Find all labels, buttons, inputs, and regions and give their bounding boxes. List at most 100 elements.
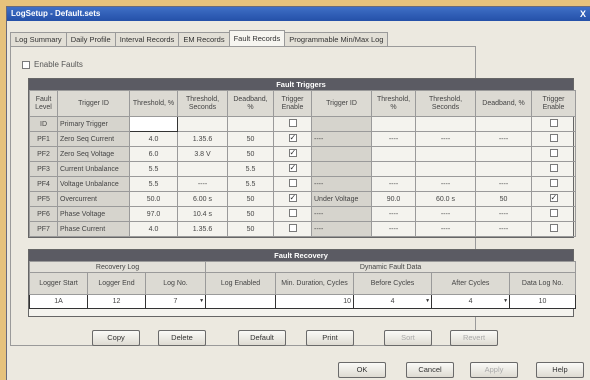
- trigger-enable-cell[interactable]: [273, 191, 312, 207]
- fault-row[interactable]: PF6 Phase Voltage 97.0 10.4 s 50 ---- ---- ----…: [29, 206, 576, 222]
- fault-level-cell[interactable]: PF2: [29, 146, 58, 162]
- threshold-sec-2-cell[interactable]: ----: [415, 131, 476, 147]
- threshold-pct-cell[interactable]: 6.0: [129, 146, 178, 162]
- threshold-pct-2-cell[interactable]: 90.0: [371, 191, 416, 207]
- trigger-enable-checkbox[interactable]: [288, 133, 297, 142]
- threshold-sec-2-cell[interactable]: ----: [415, 176, 476, 192]
- threshold-pct-cell[interactable]: 50.0: [129, 191, 178, 207]
- trigger-enable-2-cell[interactable]: [531, 161, 576, 177]
- deadband-cell[interactable]: [227, 116, 274, 132]
- tab-daily-profile[interactable]: Daily Profile: [65, 32, 116, 46]
- threshold-sec-cell[interactable]: [177, 161, 228, 177]
- tab-interval-records[interactable]: Interval Records: [114, 32, 180, 46]
- trigger-enable-checkbox[interactable]: [288, 179, 297, 187]
- trigger-id-cell[interactable]: Zero Seq Voltage: [57, 146, 130, 162]
- print-button[interactable]: Print: [306, 330, 354, 346]
- ok-button[interactable]: OK: [338, 362, 386, 378]
- threshold-sec-cell[interactable]: 6.00 s: [177, 191, 228, 207]
- threshold-pct-2-cell[interactable]: ----: [371, 131, 416, 147]
- default-button[interactable]: Default: [238, 330, 286, 346]
- trigger-id-cell[interactable]: Phase Voltage: [57, 206, 130, 222]
- close-icon[interactable]: X: [580, 7, 586, 21]
- delete-button[interactable]: Delete: [158, 330, 206, 346]
- trigger-id-2-cell[interactable]: [311, 161, 372, 177]
- threshold-sec-2-cell[interactable]: [415, 146, 476, 162]
- trigger-enable-checkbox[interactable]: [549, 179, 558, 187]
- trigger-enable-2-cell[interactable]: [531, 131, 576, 147]
- fault-level-cell[interactable]: ID: [29, 116, 58, 132]
- trigger-id-cell[interactable]: Voltage Unbalance: [57, 176, 130, 192]
- trigger-enable-checkbox[interactable]: [549, 193, 558, 202]
- trigger-enable-checkbox[interactable]: [549, 149, 558, 157]
- threshold-pct-2-cell[interactable]: [371, 116, 416, 132]
- threshold-sec-2-cell[interactable]: ----: [415, 206, 476, 222]
- trigger-id-2-cell[interactable]: ----: [311, 176, 372, 192]
- fault-level-cell[interactable]: PF3: [29, 161, 58, 177]
- fault-level-cell[interactable]: PF6: [29, 206, 58, 222]
- deadband-cell[interactable]: 50: [227, 221, 274, 237]
- threshold-pct-2-cell[interactable]: ----: [371, 221, 416, 237]
- threshold-sec-cell[interactable]: [177, 116, 228, 132]
- fault-row[interactable]: PF4 Voltage Unbalance 5.5 ---- 5.5 ---- ---- --…: [29, 176, 576, 192]
- tab-em-records[interactable]: EM Records: [178, 32, 230, 46]
- fault-level-cell[interactable]: PF1: [29, 131, 58, 147]
- cancel-button[interactable]: Cancel: [406, 362, 454, 378]
- fault-level-cell[interactable]: PF4: [29, 176, 58, 192]
- fault-row[interactable]: PF2 Zero Seq Voltage 6.0 3.8 V 50: [29, 146, 576, 162]
- after-cycles-select[interactable]: 4: [431, 294, 511, 309]
- before-cycles-select[interactable]: 4: [353, 294, 433, 309]
- threshold-sec-cell[interactable]: 1.35.6: [177, 131, 228, 147]
- trigger-enable-cell[interactable]: [273, 161, 312, 177]
- trigger-enable-2-cell[interactable]: [531, 221, 576, 237]
- trigger-id-2-cell[interactable]: [311, 116, 372, 132]
- tab-log-summary[interactable]: Log Summary: [10, 32, 67, 46]
- deadband-2-cell[interactable]: ----: [475, 176, 532, 192]
- trigger-id-2-cell[interactable]: ----: [311, 221, 372, 237]
- threshold-sec-cell[interactable]: 3.8 V: [177, 146, 228, 162]
- log-no-select[interactable]: 7: [144, 294, 207, 309]
- fault-row[interactable]: ID Primary Trigger: [29, 116, 576, 132]
- threshold-pct-cell[interactable]: [129, 116, 178, 132]
- deadband-cell[interactable]: 50: [227, 146, 274, 162]
- threshold-sec-2-cell[interactable]: ----: [415, 221, 476, 237]
- fault-row[interactable]: PF7 Phase Current 4.0 1.35.6 50 ---- ---- ---- -…: [29, 221, 576, 237]
- trigger-enable-checkbox[interactable]: [288, 163, 297, 172]
- trigger-enable-checkbox[interactable]: [288, 193, 297, 202]
- log-enabled-field[interactable]: [205, 294, 277, 309]
- trigger-id-2-cell[interactable]: [311, 146, 372, 162]
- deadband-cell[interactable]: 5.5: [227, 161, 274, 177]
- fault-level-cell[interactable]: PF7: [29, 221, 58, 237]
- logger-end-field[interactable]: 12: [87, 294, 146, 309]
- trigger-enable-checkbox[interactable]: [288, 119, 297, 127]
- trigger-enable-cell[interactable]: [273, 176, 312, 192]
- threshold-sec-cell[interactable]: 1.35.6: [177, 221, 228, 237]
- fault-level-cell[interactable]: PF5: [29, 191, 58, 207]
- trigger-enable-cell[interactable]: [273, 131, 312, 147]
- trigger-id-2-cell[interactable]: ----: [311, 206, 372, 222]
- deadband-cell[interactable]: 50: [227, 206, 274, 222]
- tab-programmable-log[interactable]: Programmable Min/Max Log: [284, 32, 389, 46]
- deadband-2-cell[interactable]: [475, 146, 532, 162]
- threshold-pct-2-cell[interactable]: ----: [371, 206, 416, 222]
- trigger-enable-2-cell[interactable]: [531, 176, 576, 192]
- fault-row[interactable]: PF5Overcurrent50.06.00 s50Under Voltage9…: [29, 191, 576, 207]
- apply-button[interactable]: Apply: [470, 362, 518, 378]
- fault-row[interactable]: PF1Zero Seq Current4.01.35.650----------…: [29, 131, 576, 147]
- deadband-cell[interactable]: 50: [227, 131, 274, 147]
- trigger-enable-checkbox[interactable]: [288, 224, 297, 232]
- trigger-enable-2-cell[interactable]: [531, 191, 576, 207]
- trigger-enable-checkbox[interactable]: [549, 209, 558, 217]
- threshold-pct-cell[interactable]: 5.5: [129, 176, 178, 192]
- trigger-enable-2-cell[interactable]: [531, 146, 576, 162]
- revert-button[interactable]: Revert: [450, 330, 498, 346]
- threshold-pct-cell[interactable]: 4.0: [129, 221, 178, 237]
- threshold-sec-2-cell[interactable]: [415, 161, 476, 177]
- sort-button[interactable]: Sort: [384, 330, 432, 346]
- trigger-enable-checkbox[interactable]: [549, 164, 558, 172]
- enable-faults-checkbox[interactable]: [22, 60, 30, 69]
- logger-start-field[interactable]: 1A: [29, 294, 88, 309]
- tab-fault-records[interactable]: Fault Records: [228, 30, 286, 46]
- deadband-cell[interactable]: 5.5: [227, 176, 274, 192]
- trigger-enable-cell[interactable]: [273, 206, 312, 222]
- trigger-id-cell[interactable]: Zero Seq Current: [57, 131, 130, 147]
